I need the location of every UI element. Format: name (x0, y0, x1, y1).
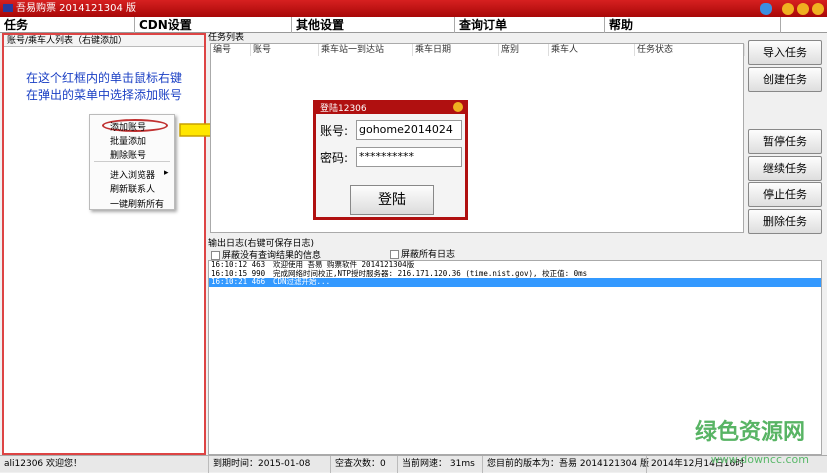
maximize-button[interactable] (797, 3, 809, 15)
menu-refresh-contacts[interactable]: 刷新联系人 (110, 182, 155, 195)
menu-other[interactable]: 其他设置 (292, 17, 455, 33)
password-input[interactable]: ********** (356, 147, 462, 167)
menu-add-account[interactable]: 添加账号 (110, 120, 146, 133)
col-account[interactable]: 账号 (251, 44, 319, 56)
username-input[interactable]: gohome2014024 (356, 120, 462, 140)
menu-orders[interactable]: 查询订单 (455, 17, 605, 33)
watermark-logo: 绿色资源网 (694, 420, 805, 445)
col-id[interactable]: 编号 (211, 44, 251, 56)
status-speed: 当前网速： 31ms (397, 456, 475, 473)
hint-line-1: 在这个红框内的单击鼠标右键 (25, 71, 182, 85)
status-user: ali12306 欢迎您！ (4, 459, 83, 469)
window-title: 吾易购票 2014121304 版 (16, 3, 136, 14)
status-expire: 到期时间：2015-01-08 (208, 456, 310, 473)
minimize-button[interactable] (782, 3, 794, 15)
col-passenger[interactable]: 乘车人 (549, 44, 635, 56)
log-row-selected[interactable]: 16:10:21 466 CDN过滤开始... (209, 277, 821, 287)
col-seat[interactable]: 席别 (499, 44, 549, 56)
app-icon (3, 4, 13, 12)
login-button[interactable]: 登陆 (350, 185, 434, 215)
context-menu: 添加账号 批量添加 删除账号 进入浏览器 ▸ 刷新联系人 一键刷新所有 (89, 114, 175, 210)
log-time: 16:10:21 466 (211, 277, 266, 286)
status-version: 您目前的版本为：吾易 2014121304 版 (482, 456, 649, 473)
delete-task-button[interactable]: 删除任务 (748, 209, 822, 234)
menu-tasks[interactable]: 任务 (0, 17, 135, 33)
create-task-button[interactable]: 创建任务 (748, 67, 822, 92)
hint-line-2: 在弹出的菜单中选择添加账号 (25, 88, 182, 102)
menu-bar: 任务 CDN设置 其他设置 查询订单 帮助 (0, 17, 827, 33)
resume-task-button[interactable]: 继续任务 (748, 156, 822, 181)
skin-icon[interactable] (760, 3, 772, 15)
status-bar: ali12306 欢迎您！ 到期时间：2015-01-08 空查次数：0 当前网… (0, 455, 827, 473)
menu-help[interactable]: 帮助 (605, 17, 781, 33)
col-date[interactable]: 乘车日期 (413, 44, 499, 56)
task-list-section: 任务列表 编号 账号 乘车站一到达站 乘车日期 席别 乘车人 任务状态 (208, 33, 746, 235)
password-label: 密码: (320, 151, 349, 165)
pause-task-button[interactable]: 暂停任务 (748, 129, 822, 154)
log-message: CDN过滤开始... (273, 277, 331, 286)
username-label: 账号: (320, 124, 349, 138)
close-button[interactable] (812, 3, 824, 15)
task-table[interactable]: 编号 账号 乘车站一到达站 乘车日期 席别 乘车人 任务状态 (210, 43, 745, 233)
submenu-arrow-icon: ▸ (164, 168, 169, 178)
menu-open-browser[interactable]: 进入浏览器 (110, 168, 155, 181)
menu-refresh-all[interactable]: 一键刷新所有 (110, 197, 164, 210)
import-task-button[interactable]: 导入任务 (748, 40, 822, 65)
menu-cdn[interactable]: CDN设置 (135, 17, 292, 33)
menu-delete-account[interactable]: 删除账号 (110, 148, 146, 161)
login-dialog-title: 登陆12306 (320, 104, 367, 114)
checkbox-label: 屏蔽所有日志 (401, 250, 456, 260)
col-status[interactable]: 任务状态 (635, 44, 745, 56)
account-list-panel[interactable]: 账号/乘车人列表（右键添加） 在这个红框内的单击鼠标右键 在弹出的菜单中选择添加… (2, 33, 206, 455)
dialog-close-button[interactable] (453, 102, 463, 112)
account-list-header: 账号/乘车人列表（右键添加） (4, 35, 204, 47)
status-empty-count: 空查次数：0 (330, 456, 386, 473)
col-route[interactable]: 乘车站一到达站 (319, 44, 413, 56)
menu-batch-add[interactable]: 批量添加 (110, 134, 146, 147)
task-list-label: 任务列表 (208, 33, 245, 43)
stop-task-button[interactable]: 停止任务 (748, 182, 822, 207)
title-bar: 吾易购票 2014121304 版 (0, 0, 827, 17)
hide-all-checkbox[interactable]: 屏蔽所有日志 (390, 247, 455, 260)
watermark-url: www.downcc.com (710, 453, 809, 466)
login-dialog: 登陆12306 账号: gohome2014024 密码: **********… (313, 100, 468, 220)
